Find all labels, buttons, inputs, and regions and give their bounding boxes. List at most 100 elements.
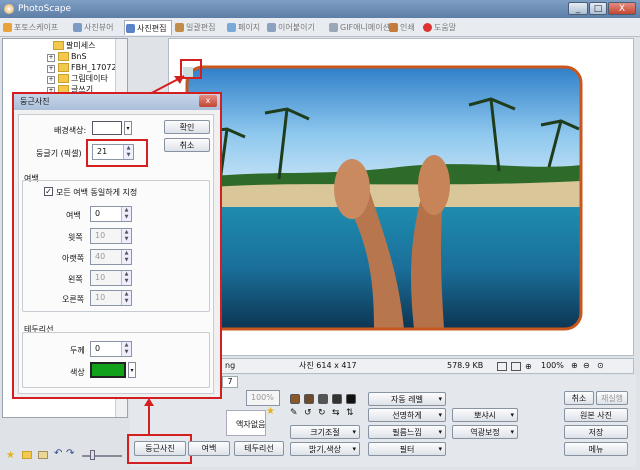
thickness-label: 두께 bbox=[70, 346, 85, 355]
open-folder-icon[interactable] bbox=[38, 451, 48, 459]
round-rect-tool-icon[interactable] bbox=[318, 394, 328, 404]
dialog-title-bar: 둥근사진 bbox=[14, 94, 220, 110]
round-photo-button[interactable]: 둥근사진 bbox=[134, 441, 186, 456]
zoom-reset-icon[interactable]: ⊙ bbox=[597, 359, 604, 373]
border-color-dropdown[interactable]: ▾ bbox=[128, 362, 136, 378]
minimize-button[interactable]: _ bbox=[568, 2, 588, 15]
radius-label: 둥글기 (픽셀) bbox=[36, 149, 82, 158]
dialog-ok-button[interactable]: 확인 bbox=[164, 120, 210, 134]
draw-tool-icon[interactable]: ✎ bbox=[290, 408, 298, 418]
expand-icon[interactable]: + bbox=[47, 76, 55, 84]
folder-icon bbox=[53, 41, 64, 50]
margin-button[interactable]: 여백 bbox=[188, 441, 230, 456]
flip-icon[interactable]: ⇆ bbox=[332, 408, 340, 418]
file-size-label: 578.9 KB bbox=[447, 361, 484, 370]
backlight-correct-button[interactable]: 역광보정 bbox=[452, 425, 518, 439]
dialog-cancel-button[interactable]: 취소 bbox=[164, 138, 210, 152]
tree-item[interactable]: + 그림데이타 bbox=[47, 73, 108, 84]
tab-viewer[interactable]: 사진뷰어 bbox=[72, 20, 122, 35]
auto-level-button[interactable]: 자동 레벨 bbox=[368, 392, 446, 406]
maximize-button[interactable]: □ bbox=[589, 2, 607, 15]
folder-icon bbox=[58, 74, 69, 83]
expand-icon[interactable]: + bbox=[47, 54, 55, 62]
same-margin-label: 모든 여백 동일하게 지정 bbox=[56, 188, 138, 197]
tab-batch[interactable]: 일괄편집 bbox=[174, 20, 222, 35]
panel-tab[interactable]: 7 bbox=[222, 376, 238, 388]
right-margin-spinner[interactable]: 10 ▲ ▼ bbox=[90, 290, 132, 306]
margin-label: 여백 bbox=[66, 211, 81, 220]
frame-zoom-field[interactable]: 100% bbox=[246, 390, 280, 406]
tree-item[interactable]: + BnS bbox=[47, 51, 87, 62]
right-margin-label: 오른쪽 bbox=[62, 295, 85, 304]
save-button[interactable]: 저장 bbox=[564, 425, 628, 439]
zoom-in-icon[interactable]: ⊕ bbox=[571, 359, 578, 373]
top-margin-label: 윗쪽 bbox=[68, 233, 83, 242]
filter-button[interactable]: 필터 bbox=[368, 442, 446, 456]
pointer-arrow-bottom bbox=[144, 398, 154, 434]
zoom-out-icon[interactable]: ⊖ bbox=[583, 359, 590, 373]
radius-highlight bbox=[86, 139, 148, 167]
tab-editor[interactable]: 사진편집 bbox=[124, 20, 172, 35]
tab-combine[interactable]: 이어붙이기 bbox=[266, 20, 324, 35]
page-icon bbox=[227, 23, 236, 32]
expand-icon[interactable]: + bbox=[47, 65, 55, 73]
tree-item[interactable]: + FBH_17072 bbox=[47, 62, 117, 73]
round-rect-tool-icon[interactable] bbox=[290, 394, 300, 404]
border-color-label: 색상 bbox=[70, 368, 85, 377]
viewer-icon bbox=[73, 23, 82, 32]
frame-name: 액자없음 bbox=[236, 420, 266, 429]
thumbnail-size-slider[interactable] bbox=[82, 455, 122, 457]
round-rect-tool-icon[interactable] bbox=[332, 394, 342, 404]
title-bar: PhotoScape bbox=[0, 0, 640, 18]
menu-button[interactable]: 메뉴 bbox=[564, 442, 628, 456]
arrow-back-icon[interactable]: ↶ bbox=[54, 448, 62, 459]
bottom-margin-spinner[interactable]: 40 ▲ ▼ bbox=[90, 249, 132, 265]
close-button[interactable]: X bbox=[608, 2, 636, 15]
thickness-spinner[interactable]: 0 ▲ ▼ bbox=[90, 341, 132, 357]
fit-icon[interactable] bbox=[497, 362, 507, 371]
redo-button[interactable]: 재실행 bbox=[596, 391, 628, 405]
tab-help[interactable]: 도움말 bbox=[422, 20, 464, 35]
favorite-star-icon[interactable]: ★ bbox=[266, 406, 275, 417]
photo-viewer[interactable] bbox=[168, 38, 634, 356]
rotate-right-icon[interactable]: ↻ bbox=[318, 408, 326, 418]
star-icon[interactable]: ★ bbox=[6, 450, 15, 461]
round-photo-dialog: 둥근사진 x 배경색상: ▾ 확인 취소 둥글기 (픽셀) 21 ▲ ▼ 여백 ✓ … bbox=[12, 92, 222, 399]
original-photo-button[interactable]: 원본 사진 bbox=[564, 408, 628, 422]
cancel-edit-button[interactable]: 취소 bbox=[564, 391, 594, 405]
tree-item[interactable]: 팔미세스 bbox=[53, 40, 95, 51]
bg-color-picker[interactable] bbox=[92, 121, 122, 135]
slider-handle[interactable] bbox=[90, 450, 95, 460]
backlight-button[interactable]: 뽀샤시 bbox=[452, 408, 518, 422]
tab-gif[interactable]: GIF애니메이션 bbox=[328, 20, 390, 35]
resize-button[interactable]: 크기조절 bbox=[290, 425, 360, 439]
mirror-icon[interactable]: ⇅ bbox=[346, 408, 354, 418]
tab-photoscape[interactable]: 포토스케이프 bbox=[2, 20, 68, 35]
dialog-close-button[interactable]: x bbox=[199, 95, 217, 107]
main-tab-bar: 포토스케이프 사진뷰어 사진편집 일괄편집 페이지 이어붙이기 GIF애니메이션… bbox=[0, 18, 640, 37]
top-margin-spinner[interactable]: 10 ▲ ▼ bbox=[90, 228, 132, 244]
favorite-folder-icon[interactable] bbox=[22, 451, 32, 459]
zoom-fit-icon[interactable]: ⊕ bbox=[525, 360, 532, 374]
round-rect-tool-icon[interactable] bbox=[304, 394, 314, 404]
brightness-color-button[interactable]: 밝기,색상 bbox=[290, 442, 360, 456]
left-margin-spinner[interactable]: 10 ▲ ▼ bbox=[90, 270, 132, 286]
app-logo-icon bbox=[4, 4, 14, 14]
sharpen-button[interactable]: 선명하게 bbox=[368, 408, 446, 422]
gif-icon bbox=[329, 23, 338, 32]
same-margin-checkbox[interactable]: ✓ bbox=[44, 187, 53, 196]
rotate-left-icon[interactable]: ↺ bbox=[304, 408, 312, 418]
bottom-margin-label: 아랫쪽 bbox=[62, 254, 85, 263]
bg-color-dropdown[interactable]: ▾ bbox=[124, 121, 132, 135]
actual-size-icon[interactable] bbox=[511, 362, 521, 371]
film-effect-button[interactable]: 필름느낌 bbox=[368, 425, 446, 439]
tab-page[interactable]: 페이지 bbox=[226, 20, 264, 35]
border-line-button[interactable]: 테두리선 bbox=[234, 441, 284, 456]
border-color-picker[interactable] bbox=[90, 362, 126, 378]
image-size-label: 사진 614 x 417 bbox=[299, 361, 357, 370]
round-rect-tool-icon[interactable] bbox=[346, 394, 356, 404]
left-margin-label: 왼쪽 bbox=[68, 275, 83, 284]
margin-spinner[interactable]: 0 ▲ ▼ bbox=[90, 206, 132, 222]
tab-print[interactable]: 인쇄 bbox=[388, 20, 420, 35]
arrow-forward-icon[interactable]: ↷ bbox=[66, 448, 74, 459]
